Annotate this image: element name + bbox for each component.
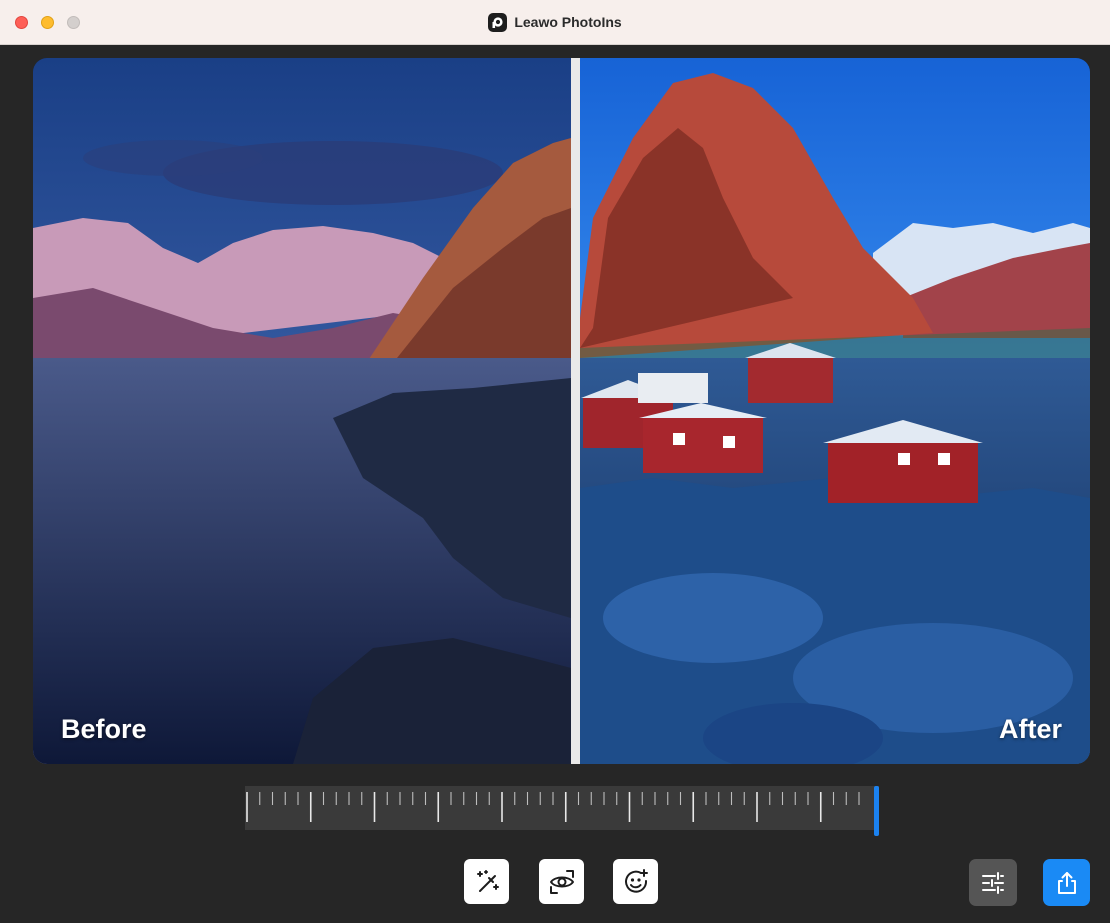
slider-handle[interactable]: [874, 786, 879, 836]
title-bar: Leawo PhotoIns: [0, 0, 1110, 45]
before-label: Before: [61, 714, 147, 744]
eye-icon: [549, 869, 574, 894]
comparison-viewer: Before After: [33, 58, 1090, 764]
share-export-icon: [1057, 871, 1076, 894]
after-label: After: [998, 714, 1062, 744]
face-enhance-icon: [624, 868, 648, 893]
app-logo-icon: [488, 12, 508, 32]
eye-enhance-button[interactable]: [539, 859, 584, 904]
adjust-settings-button[interactable]: [969, 859, 1017, 906]
intensity-slider[interactable]: [245, 786, 879, 836]
window-title-group: Leawo PhotoIns: [0, 0, 1110, 44]
face-enhance-button[interactable]: [613, 859, 658, 904]
sliders-icon: [982, 871, 1004, 894]
window-title: Leawo PhotoIns: [514, 14, 622, 30]
magic-enhance-button[interactable]: [464, 859, 509, 904]
magic-wand-icon: [476, 869, 499, 892]
slider-ticks: [246, 792, 860, 822]
comparison-divider-handle[interactable]: [571, 58, 580, 764]
landscape-photo: [33, 58, 1090, 764]
export-button[interactable]: [1043, 859, 1090, 906]
